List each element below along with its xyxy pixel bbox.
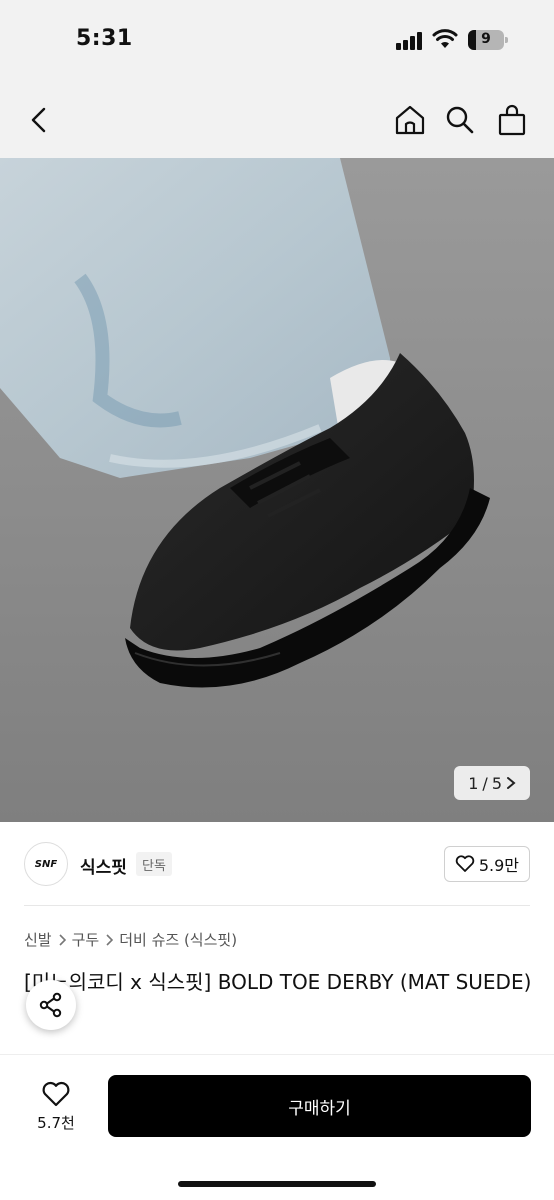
wishlist-count: 5.7천 <box>37 1114 75 1132</box>
chevron-right-icon <box>106 933 114 946</box>
seller-like-count: 5.9만 <box>478 856 519 875</box>
status-time: 5:31 <box>76 26 133 51</box>
breadcrumb: 신발 구두 더비 슈즈 (식스핏) <box>24 929 237 950</box>
image-counter-separator: / <box>482 773 488 793</box>
home-button[interactable] <box>392 102 428 138</box>
image-counter-total: 5 <box>491 773 502 793</box>
seller-name[interactable]: 식스핏 <box>80 853 127 878</box>
battery-level-text: 9 <box>481 31 491 47</box>
buy-button[interactable]: 구매하기 <box>108 1075 531 1137</box>
seller-logo[interactable]: SNF <box>24 842 68 886</box>
breadcrumb-item[interactable]: 구두 <box>72 929 100 950</box>
cart-button[interactable] <box>494 102 530 138</box>
share-icon <box>39 992 62 1018</box>
share-button[interactable] <box>26 980 76 1030</box>
chevron-left-icon <box>31 107 46 133</box>
breadcrumb-item[interactable]: 신발 <box>24 929 52 950</box>
divider <box>24 905 530 906</box>
image-counter-current: 1 <box>468 773 479 793</box>
exclusive-badge: 단독 <box>136 852 172 876</box>
product-photo <box>0 158 554 822</box>
wishlist-button[interactable]: 5.7천 <box>26 1077 86 1137</box>
back-button[interactable] <box>22 102 58 138</box>
seller-logo-text: SNF <box>34 858 58 870</box>
shopping-bag-icon <box>498 104 526 136</box>
wifi-icon <box>432 29 458 48</box>
breadcrumb-item[interactable]: 더비 슈즈 (식스핏) <box>119 929 237 950</box>
search-icon <box>446 106 474 134</box>
status-bar: 5:31 9 <box>0 0 554 84</box>
search-button[interactable] <box>442 102 478 138</box>
image-counter[interactable]: 1 / 5 <box>454 766 530 800</box>
seller-like-button[interactable]: 5.9만 <box>443 846 530 882</box>
battery-icon: 9 <box>468 30 508 50</box>
product-image-carousel[interactable]: 1 / 5 <box>0 158 554 822</box>
home-icon <box>395 105 425 135</box>
bottom-action-bar: 5.7천 구매하기 <box>0 1054 554 1200</box>
navigation-bar <box>0 84 554 158</box>
home-indicator <box>178 1181 376 1187</box>
cellular-signal-icon <box>396 32 424 50</box>
seller-row: SNF 식스핏 단독 5.9만 <box>0 822 554 906</box>
heart-icon <box>42 1081 70 1107</box>
chevron-right-icon <box>507 777 516 789</box>
heart-icon <box>455 855 475 872</box>
product-title: [미노의코디 x 식스핏] BOLD TOE DERBY (MAT SUEDE) <box>24 970 532 994</box>
chevron-right-icon <box>59 933 66 946</box>
